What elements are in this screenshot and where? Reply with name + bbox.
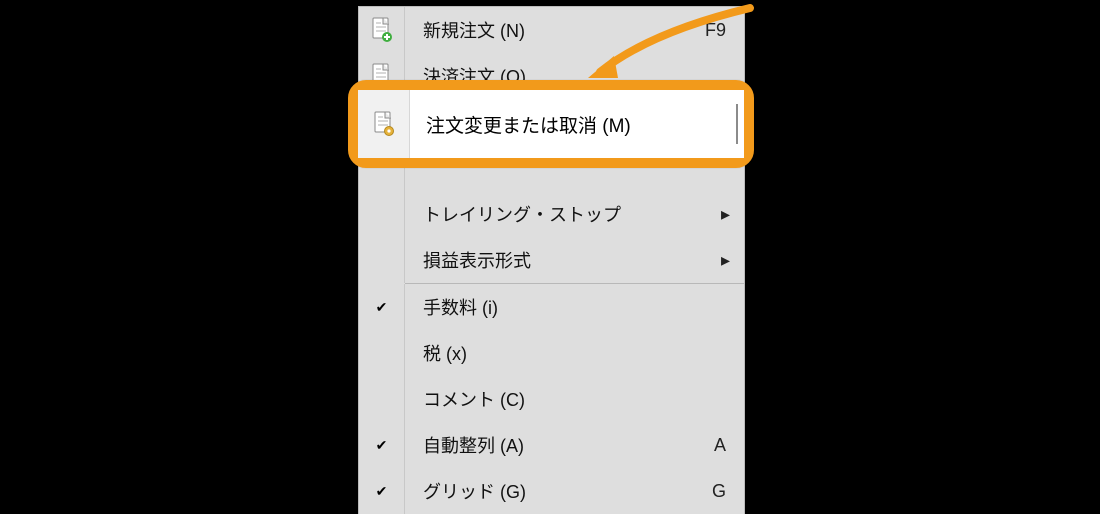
menu-item-modify-order[interactable]: 注文変更または取消 (M): [358, 90, 744, 158]
menu-item-shortcut: A: [714, 435, 744, 456]
menu-item-shortcut: F9: [705, 20, 744, 41]
chevron-right-icon: ▸: [721, 204, 744, 225]
check-icon: ✔: [376, 299, 388, 316]
menu-item-label: コメント (C): [405, 386, 744, 412]
highlight-callout: 注文変更または取消 (M): [348, 80, 754, 168]
check-icon: ✔: [376, 483, 388, 500]
menu-item-new-order[interactable]: 新規注文 (N) F9: [359, 7, 744, 53]
menu-item-tax[interactable]: 税 (x): [359, 330, 744, 376]
menu-item-label: 自動整列 (A): [405, 432, 714, 458]
menu-item-shortcut: G: [712, 481, 744, 502]
menu-item-label: グリッド (G): [405, 478, 712, 504]
menu-item-label: 手数料 (i): [405, 294, 744, 320]
doc-gear-icon: [358, 90, 410, 158]
stage: 新規注文 (N) F9 決済注文 (O) トレイリング・ストップ ▸: [0, 0, 1100, 514]
text-caret-icon: [736, 104, 738, 145]
menu-item-fees[interactable]: ✔ 手数料 (i): [359, 284, 744, 330]
menu-item-label: 新規注文 (N): [405, 17, 705, 43]
menu-item-comment[interactable]: コメント (C): [359, 376, 744, 422]
check-icon: ✔: [376, 437, 388, 454]
menu-item-label: 注文変更または取消 (M): [410, 111, 736, 138]
menu-item-label: 税 (x): [405, 340, 744, 366]
menu-item-grid[interactable]: ✔ グリッド (G) G: [359, 468, 744, 514]
menu-item-auto-arrange[interactable]: ✔ 自動整列 (A) A: [359, 422, 744, 468]
doc-plus-icon: [359, 7, 405, 53]
menu-item-pnl-format[interactable]: 損益表示形式 ▸: [359, 237, 744, 283]
chevron-right-icon: ▸: [721, 250, 744, 271]
menu-item-label: トレイリング・ストップ: [405, 201, 721, 227]
menu-item-trailing-stop[interactable]: トレイリング・ストップ ▸: [359, 191, 744, 237]
menu-item-label: 損益表示形式: [405, 247, 721, 273]
